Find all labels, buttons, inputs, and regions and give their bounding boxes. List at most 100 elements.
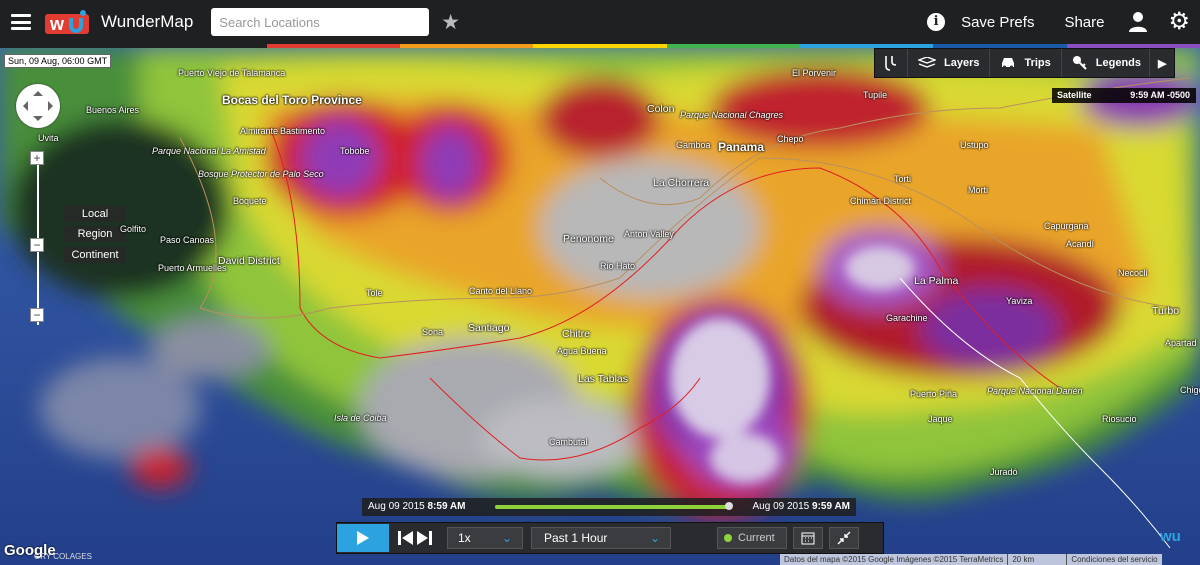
skip-start-icon[interactable] — [397, 529, 415, 547]
place-label: Necocli — [1118, 268, 1148, 278]
speed-value: 1x — [458, 531, 471, 545]
collapse-icon — [837, 531, 851, 545]
pan-control[interactable] — [16, 84, 60, 128]
terms-link[interactable]: Condiciones del servicio — [1067, 554, 1161, 565]
brand-name: WunderMap — [101, 12, 194, 31]
place-label: Sona — [422, 327, 444, 337]
place-label: Puerto Armuelles — [158, 263, 227, 273]
place-label: Tupile — [863, 90, 888, 100]
place-label: Tobobe — [340, 146, 370, 156]
fullscreen-button[interactable] — [829, 527, 859, 549]
place-label: Penonome — [563, 233, 614, 245]
place-label: Chimán District — [850, 196, 912, 206]
gear-icon[interactable]: ⚙ — [1168, 10, 1190, 34]
map-type-region[interactable]: Region — [64, 226, 126, 242]
place-label: Acandí — [1066, 239, 1095, 249]
timeline-end-time: 9:59 AM — [812, 501, 850, 512]
legends-label: Legends — [1095, 57, 1142, 69]
speed-select[interactable]: 1x ⌄ — [447, 527, 523, 549]
map-type-continent[interactable]: Continent — [64, 247, 126, 263]
share-link[interactable]: Share — [1064, 14, 1104, 31]
map-toolbar: Layers Trips Legends ▶ — [874, 48, 1176, 78]
playback-controls: 1x ⌄ Past 1 Hour ⌄ Current — [336, 522, 884, 554]
place-label: Cambutal — [549, 437, 588, 447]
place-label: Colon — [647, 103, 675, 115]
place-label: Golfito — [120, 224, 147, 234]
place-label: Rio Hato — [600, 261, 636, 271]
place-label: Bocas del Toro Province — [222, 93, 362, 107]
trip-planner-icon[interactable] — [875, 49, 908, 77]
place-label: Buenos Aires — [86, 105, 140, 115]
zoom-level-mark[interactable]: − — [30, 238, 44, 252]
timeline-end: Aug 09 2015 9:59 AM — [753, 498, 850, 516]
map-type-local[interactable]: Local — [64, 206, 126, 222]
svg-text:w: w — [49, 14, 65, 34]
place-label: Yaviza — [1006, 296, 1033, 306]
timeline-start-date: Aug 09 2015 — [368, 501, 425, 512]
place-label: Turbo — [1152, 305, 1180, 317]
zoom-out-button[interactable]: − — [30, 308, 44, 322]
range-select[interactable]: Past 1 Hour ⌄ — [531, 527, 671, 549]
satellite-time: 9:59 AM -0500 — [1130, 90, 1190, 100]
timeline-start-time: 8:59 AM — [427, 501, 466, 512]
place-label: Santiago — [468, 322, 510, 334]
step-buttons[interactable] — [397, 529, 433, 547]
place-label: El Porvenir — [792, 68, 837, 78]
place-label: Bosque Protector de Palo Seco — [198, 169, 324, 179]
menu-icon[interactable] — [11, 14, 31, 30]
place-label: Puerto Viejo de Talamanca — [178, 68, 286, 78]
timeline-bar: Aug 09 2015 8:59 AM Aug 09 2015 9:59 AM — [362, 498, 856, 516]
zoom-in-button[interactable]: + — [30, 151, 44, 165]
timeline-start: Aug 09 2015 8:59 AM — [368, 498, 465, 516]
place-label: La Palma — [914, 275, 959, 287]
legends-button[interactable]: Legends — [1062, 49, 1151, 77]
layers-icon — [918, 57, 936, 68]
place-label: Ustupo — [960, 140, 989, 150]
play-button[interactable] — [337, 524, 389, 552]
place-label: Chitre — [562, 328, 591, 340]
skip-end-icon[interactable] — [415, 529, 433, 547]
timeline-track[interactable] — [495, 502, 733, 510]
info-icon[interactable]: i — [927, 13, 946, 31]
map-attribution: Datos del mapa ©2015 Google Imágenes ©20… — [780, 554, 1162, 565]
car-icon — [1002, 58, 1015, 69]
place-label: Almirante — [240, 126, 279, 136]
favorite-star-icon[interactable]: ★ — [441, 10, 460, 35]
timeline-progress-fill — [495, 505, 729, 509]
place-label: Juradó — [990, 467, 1018, 477]
attribution-text: Datos del mapa ©2015 Google Imágenes ©20… — [784, 555, 1004, 564]
place-label: Isla de Coiba — [334, 413, 387, 423]
place-label: Puerto Piña — [910, 389, 958, 399]
radar-satellite-layer — [0, 48, 1200, 565]
wu-logo[interactable]: w — [43, 8, 91, 36]
place-label: Boquete — [233, 196, 267, 206]
search-input[interactable] — [211, 8, 430, 36]
chevron-down-icon: ⌄ — [501, 531, 512, 545]
play-icon — [357, 531, 369, 545]
calendar-button[interactable] — [793, 527, 823, 549]
current-button[interactable]: Current — [717, 527, 787, 549]
key-icon — [1072, 56, 1087, 70]
satellite-label: Satellite — [1057, 90, 1092, 100]
expand-arrow-icon[interactable]: ▶ — [1150, 49, 1174, 77]
timeline-end-date: Aug 09 2015 — [752, 501, 810, 512]
place-label: Paso Canoas — [160, 235, 215, 245]
timeline-handle[interactable] — [725, 502, 733, 510]
save-prefs-link[interactable]: Save Prefs — [961, 14, 1034, 31]
place-label: Chepo — [777, 134, 804, 144]
place-label: Tole — [366, 288, 383, 298]
trips-button[interactable]: Trips — [990, 49, 1062, 77]
weather-map[interactable]: Sun, 09 Aug, 06:00 GMT + − − Local Regio… — [0, 48, 1200, 565]
layers-button[interactable]: Layers — [908, 49, 991, 77]
layers-label: Layers — [944, 57, 980, 69]
place-label: Jaque — [928, 414, 953, 424]
place-label: Garachine — [886, 313, 928, 323]
place-label: Bastimento — [280, 126, 326, 136]
user-icon[interactable] — [1128, 11, 1148, 33]
live-indicator-icon — [724, 534, 732, 542]
place-label: Morti — [968, 185, 988, 195]
current-label: Current — [738, 532, 775, 544]
place-label: David District — [218, 255, 280, 267]
place-label: Capurganá — [1044, 221, 1089, 231]
chevron-down-icon: ⌄ — [649, 531, 660, 545]
